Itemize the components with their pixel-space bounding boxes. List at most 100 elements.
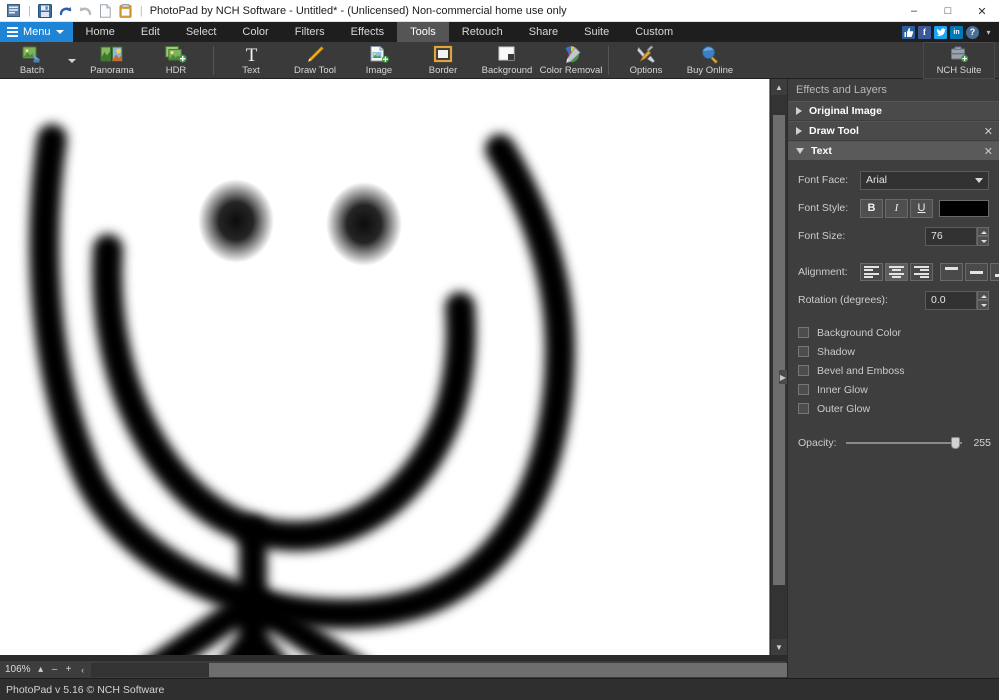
horizontal-align-buttons	[860, 263, 933, 281]
tool-options[interactable]: Options	[614, 42, 678, 79]
align-bottom-button[interactable]	[990, 263, 999, 281]
rotation-stepper[interactable]	[977, 290, 989, 310]
social-links: f in ? ▾	[902, 23, 995, 41]
opacity-slider[interactable]	[846, 436, 962, 450]
checkbox-inner-glow[interactable]: Inner Glow	[788, 380, 999, 399]
checkbox-icon[interactable]	[798, 346, 809, 357]
layer-row-draw-tool[interactable]: Draw Tool ✕	[788, 121, 999, 140]
main-menu-button[interactable]: Menu	[0, 22, 73, 42]
bold-button[interactable]: B	[860, 198, 883, 218]
tool-panorama-label: Panorama	[90, 64, 134, 76]
menu-item-filters[interactable]: Filters	[282, 22, 338, 42]
tool-border[interactable]: Border	[411, 42, 475, 79]
font-face-select[interactable]: Arial	[860, 170, 989, 190]
tool-nch-suite[interactable]: NCH Suite	[923, 41, 995, 79]
align-middle-button[interactable]	[965, 263, 988, 281]
vscroll-track[interactable]	[771, 95, 787, 639]
zoom-out-button[interactable]: –	[48, 662, 62, 678]
font-size-input[interactable]: 76	[925, 226, 977, 246]
checkbox-icon[interactable]	[798, 403, 809, 414]
layer-row-text[interactable]: Text ✕	[788, 141, 999, 160]
batch-dropdown-button[interactable]	[64, 42, 80, 79]
checkbox-shadow[interactable]: Shadow	[788, 342, 999, 361]
minimize-button[interactable]: –	[897, 0, 931, 22]
checkbox-outer-glow[interactable]: Outer Glow	[788, 399, 999, 418]
overflow-caret-icon[interactable]: ▾	[982, 26, 995, 39]
align-center-button[interactable]	[885, 263, 908, 281]
undo-icon[interactable]	[57, 3, 74, 19]
hscroll-track[interactable]	[90, 662, 803, 677]
paste-icon[interactable]	[117, 3, 134, 19]
maximize-button[interactable]: □	[931, 0, 965, 22]
chevron-right-icon[interactable]	[796, 127, 802, 135]
menu-item-home[interactable]: Home	[73, 22, 128, 42]
align-top-button[interactable]	[940, 263, 963, 281]
scroll-down-icon[interactable]: ▼	[771, 639, 787, 655]
help-icon[interactable]: ?	[966, 25, 979, 39]
tool-image[interactable]: Image	[347, 42, 411, 79]
menu-item-share[interactable]: Share	[516, 22, 571, 42]
canvas-vertical-scrollbar[interactable]: ▲ ▼	[770, 79, 787, 655]
menu-item-edit[interactable]: Edit	[128, 22, 173, 42]
twitter-icon[interactable]	[934, 25, 947, 39]
checkbox-icon[interactable]	[798, 365, 809, 376]
tool-buy-online[interactable]: Buy Online	[678, 42, 742, 79]
stepper-up-icon[interactable]	[977, 226, 989, 236]
scroll-up-icon[interactable]: ▲	[771, 79, 787, 95]
vscroll-thumb[interactable]	[773, 115, 785, 585]
stepper-down-icon[interactable]	[977, 236, 989, 246]
font-size-stepper[interactable]	[977, 226, 989, 246]
menu-item-effects[interactable]: Effects	[338, 22, 397, 42]
italic-button[interactable]: I	[885, 198, 908, 218]
tool-batch[interactable]: Batch	[0, 42, 64, 79]
hscroll-left-icon[interactable]: ‹	[76, 663, 90, 677]
zoom-in-button[interactable]: +	[62, 662, 76, 678]
font-color-swatch[interactable]	[939, 199, 989, 217]
save-icon[interactable]	[37, 3, 54, 19]
linkedin-icon[interactable]: in	[950, 25, 963, 39]
checkbox-icon[interactable]	[798, 384, 809, 395]
layer-close-icon[interactable]: ✕	[984, 145, 993, 158]
stepper-up-icon[interactable]	[977, 290, 989, 300]
tool-color-removal[interactable]: Color Removal	[539, 42, 603, 79]
title-bar: | | PhotoPad by NCH Software - Untitled*…	[0, 0, 999, 22]
tool-panorama[interactable]: Panorama	[80, 42, 144, 79]
border-icon	[433, 45, 453, 64]
menu-item-suite[interactable]: Suite	[571, 22, 622, 42]
tool-background[interactable]: Background	[475, 42, 539, 79]
layer-label: Draw Tool	[809, 125, 859, 137]
menu-item-select[interactable]: Select	[173, 22, 230, 42]
menu-item-tools[interactable]: Tools	[397, 22, 449, 42]
stepper-down-icon[interactable]	[977, 300, 989, 310]
new-document-icon[interactable]	[97, 3, 114, 19]
rotation-input[interactable]: 0.0	[925, 290, 977, 310]
close-button[interactable]: ✕	[965, 0, 999, 22]
chevron-down-icon[interactable]	[796, 148, 804, 154]
checkbox-label: Shadow	[817, 345, 855, 358]
menu-item-custom[interactable]: Custom	[622, 22, 686, 42]
checkbox-background-color[interactable]: Background Color	[788, 323, 999, 342]
menu-item-color[interactable]: Color	[229, 22, 281, 42]
tool-hdr[interactable]: HDR	[144, 42, 208, 79]
eye-right	[326, 182, 402, 266]
panorama-icon	[100, 45, 124, 64]
menu-item-retouch[interactable]: Retouch	[449, 22, 516, 42]
tool-text[interactable]: T Text	[219, 42, 283, 79]
thumbs-up-icon[interactable]	[902, 25, 915, 39]
underline-button[interactable]: U	[910, 198, 933, 218]
panel-collapse-handle[interactable]: ▶	[779, 370, 787, 384]
layer-close-icon[interactable]: ✕	[984, 125, 993, 138]
facebook-icon[interactable]: f	[918, 25, 931, 39]
image-canvas[interactable]	[0, 79, 770, 655]
tool-draw[interactable]: Draw Tool	[283, 42, 347, 79]
checkbox-bevel-and-emboss[interactable]: Bevel and Emboss	[788, 361, 999, 380]
chevron-right-icon[interactable]	[796, 107, 802, 115]
layer-row-original-image[interactable]: Original Image	[788, 101, 999, 120]
font-face-label: Font Face:	[798, 174, 849, 186]
zoom-popup-icon[interactable]: ▴	[34, 662, 48, 678]
slider-knob[interactable]	[951, 437, 960, 449]
hscroll-thumb[interactable]	[208, 662, 803, 677]
align-left-button[interactable]	[860, 263, 883, 281]
align-right-button[interactable]	[910, 263, 933, 281]
checkbox-icon[interactable]	[798, 327, 809, 338]
